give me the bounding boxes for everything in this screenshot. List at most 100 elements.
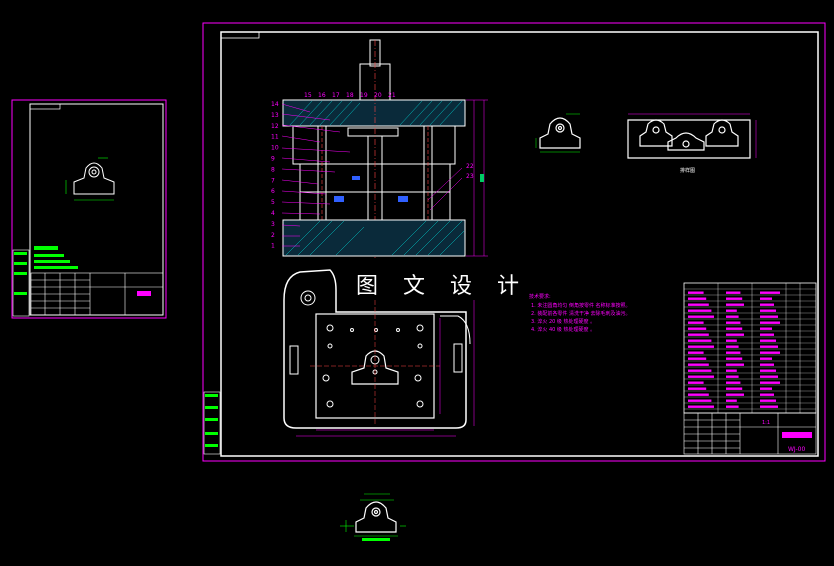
tech-note-4: 4. 淬火 40 级 热处理硬度 。 [531, 326, 595, 333]
parts-list-cell [760, 303, 774, 306]
part-numbers-left: 14 13 12 11 10 9 8 7 6 5 4 3 2 1 [271, 101, 279, 250]
parts-list-cell [688, 357, 707, 360]
parts-list-cell [726, 357, 743, 360]
part-number-label: 1 [271, 243, 275, 250]
parts-list-cell [688, 297, 707, 300]
part-detail-view [539, 117, 581, 149]
part-number-label: 21 [388, 92, 396, 99]
watermark-text: 图 文 设 计 [356, 274, 528, 299]
parts-list-cell [726, 321, 741, 324]
small-sheet [11, 99, 167, 319]
parts-list-cell [726, 333, 744, 336]
parts-list-cell [760, 321, 780, 324]
parts-list-cell [688, 375, 714, 378]
parts-list-cell [726, 303, 744, 306]
parts-list-cell [688, 309, 712, 312]
parts-list-cell [688, 399, 712, 402]
parts-list-cell [688, 351, 704, 354]
part-numbers-top: 15 16 17 18 19 20 21 [304, 92, 396, 99]
tech-notes-title: 技术要求: [529, 293, 551, 300]
parts-list-cell [688, 363, 709, 366]
parts-list-cell [726, 375, 739, 378]
parts-list-cell [760, 339, 776, 342]
parts-list-cell [760, 345, 778, 348]
parts-list-cell [726, 291, 741, 294]
parts-list-cell [760, 363, 774, 366]
part-number-label: 7 [271, 177, 275, 184]
tech-note-2: 2. 装配前各零件 清洗干净 去除毛刺及油污。 [531, 310, 631, 317]
part-number-label: 11 [271, 134, 279, 141]
part-number-label: 18 [346, 92, 354, 99]
tech-note-3: 3. 淬火 20 级 热处理硬度 。 [531, 318, 595, 325]
parts-list-cell [726, 399, 737, 402]
parts-list-cell [726, 387, 743, 390]
strip-layout-view [627, 119, 751, 159]
parts-list-cell [688, 327, 707, 330]
parts-list-cell [726, 297, 743, 300]
parts-list-cell [688, 381, 704, 384]
parts-list-cell [726, 339, 737, 342]
parts-list-cell [726, 381, 741, 384]
parts-list-cell [688, 345, 714, 348]
title-block-scale: 1:1 [762, 420, 770, 426]
parts-list-cell [726, 351, 741, 354]
part-number-label: 6 [271, 188, 275, 195]
part-numbers-right: 2223 [466, 163, 474, 180]
parts-list-cell [760, 315, 778, 318]
parts-list-cell [760, 291, 780, 294]
parts-list-cell [760, 399, 776, 402]
parts-list-cell [688, 393, 709, 396]
loose-part-drawing [355, 501, 397, 533]
parts-list-cell [760, 387, 772, 390]
parts-list-cell [688, 333, 709, 336]
parts-list-cell [726, 327, 743, 330]
parts-list-cell [726, 369, 737, 372]
parts-list-cell [688, 339, 712, 342]
parts-list-cell [760, 369, 776, 372]
parts-list-cell [760, 357, 772, 360]
parts-list-cell [726, 309, 737, 312]
part-number-label: 13 [271, 112, 279, 119]
parts-list-cell [760, 309, 776, 312]
part-number-label: 17 [332, 92, 340, 99]
parts-list-cell [688, 315, 714, 318]
part-number-label: 4 [271, 210, 275, 217]
parts-list-cell [726, 345, 739, 348]
part-number-label: 9 [271, 156, 275, 163]
parts-list-cell [760, 327, 772, 330]
parts-list-cell [760, 393, 774, 396]
title-block-code: WJ-00 [788, 446, 805, 453]
part-number-label: 22 [466, 163, 474, 170]
part-number-label: 12 [271, 123, 279, 130]
parts-list-cell [760, 405, 778, 408]
parts-list-cell [726, 315, 739, 318]
parts-list-cell [760, 375, 778, 378]
parts-list-cell [726, 393, 744, 396]
parts-list-cell [688, 303, 709, 306]
part-number-label: 15 [304, 92, 312, 99]
parts-list-cell [760, 381, 780, 384]
parts-list-table [683, 282, 817, 414]
parts-list-cell [726, 363, 744, 366]
part-number-label: 10 [271, 145, 279, 152]
assembly-section-view [281, 39, 488, 258]
technical-notes: 技术要求: 1. 未注圆角均匀 倒角按零件 名称标准按照。 2. 装配前各零件 … [529, 293, 631, 333]
tech-note-1: 1. 未注圆角均匀 倒角按零件 名称标准按照。 [531, 302, 631, 309]
parts-list-cell [688, 405, 714, 408]
parts-list-cell [688, 387, 707, 390]
part-number-label: 19 [360, 92, 368, 99]
part-number-label: 2 [271, 232, 275, 239]
parts-list-cell [688, 291, 704, 294]
parts-list-cell [760, 351, 780, 354]
part-number-label: 20 [374, 92, 382, 99]
part-number-label: 3 [271, 221, 275, 228]
parts-list-cell [760, 333, 774, 336]
part-number-label: 16 [318, 92, 326, 99]
parts-list-cell [688, 369, 712, 372]
parts-list-cell [688, 321, 704, 324]
part-number-label: 23 [466, 173, 474, 180]
part-number-label: 14 [271, 101, 279, 108]
part-number-label: 8 [271, 166, 275, 173]
part-number-label: 5 [271, 199, 275, 206]
strip-layout-label: 排样图 [680, 167, 695, 174]
